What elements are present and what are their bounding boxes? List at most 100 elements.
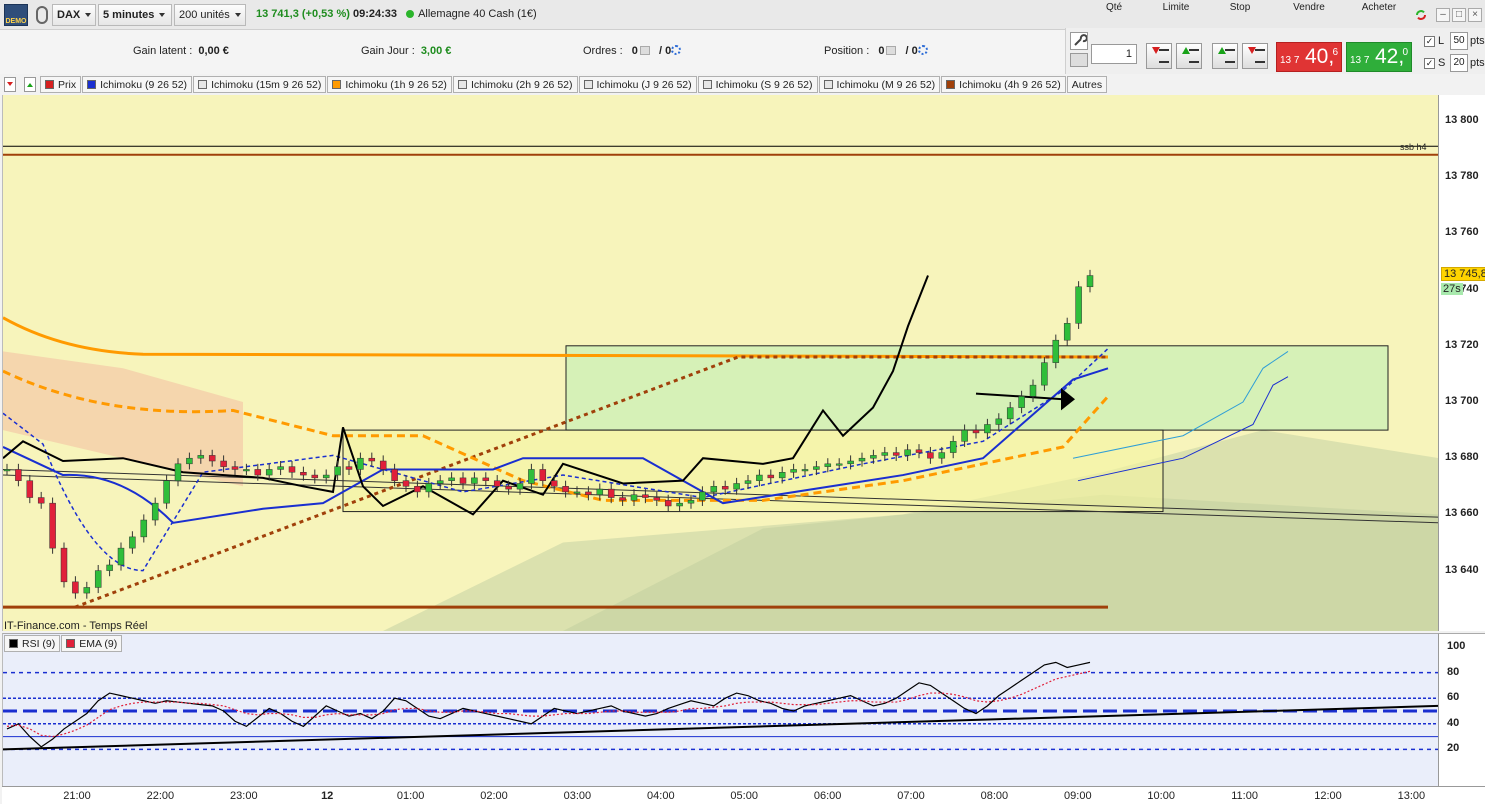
legend-item[interactable]: Ichimoku (1h 9 26 52)	[327, 76, 452, 93]
color-swatch-icon	[45, 80, 54, 89]
gain-jour-value: 3,00 €	[420, 45, 452, 57]
candle-body	[94, 570, 102, 588]
legend-label: Ichimoku (S 9 26 52)	[715, 78, 813, 91]
wrench-icon[interactable]	[1070, 32, 1088, 50]
candle-body	[733, 483, 740, 490]
legend-label: Ichimoku (4h 9 26 52)	[959, 78, 1061, 91]
price-tick-label: 13 660	[1445, 507, 1479, 520]
rsi-legend: RSI (9) EMA (9)	[4, 635, 123, 652]
collapse-icon[interactable]	[4, 77, 16, 92]
candle-body	[995, 418, 1003, 425]
orders-total-value: / 0	[658, 45, 672, 57]
gear-icon[interactable]	[671, 45, 682, 55]
legend-item[interactable]: Ichimoku (4h 9 26 52)	[941, 76, 1066, 93]
price-tick-label: 13 640	[1445, 563, 1479, 576]
candle-body	[231, 466, 239, 470]
indicator-legend: Prix Ichimoku (9 26 52) Ichimoku (15m 9 26…	[40, 76, 1108, 93]
buy-price-decimal: 0	[1402, 47, 1408, 58]
legend-label: Ichimoku (1h 9 26 52)	[345, 78, 447, 91]
candle-body	[642, 494, 649, 498]
candle-body	[322, 474, 330, 479]
candle-body	[1018, 396, 1025, 408]
rsi-axis[interactable]: 100 80 60 40 20	[1438, 633, 1485, 786]
color-swatch-icon	[87, 80, 97, 89]
legend-item[interactable]: Ichimoku (M 9 26 52)	[818, 76, 941, 93]
color-swatch-icon	[823, 80, 833, 89]
position-info[interactable]: Position : 0 / 0	[824, 45, 928, 57]
timeframe-selector[interactable]: 5 minutes	[98, 4, 172, 26]
close-button[interactable]: ×	[1468, 8, 1482, 22]
refresh-icon[interactable]	[1414, 8, 1428, 22]
quantity-input[interactable]: 1	[1091, 44, 1137, 64]
candle-body	[813, 466, 820, 470]
rsi-tick-label: 100	[1447, 640, 1466, 652]
rsi-chart[interactable]	[2, 633, 1438, 786]
units-selector[interactable]: 200 unités	[174, 4, 246, 26]
candle-body	[505, 486, 512, 490]
candle-body	[414, 486, 421, 493]
limit-label: Limite	[1162, 2, 1190, 13]
legend-item[interactable]: Ichimoku (2h 9 26 52)	[452, 76, 578, 93]
candle-body	[140, 519, 148, 538]
orders-info[interactable]: Ordres : 0 / 0	[583, 45, 682, 57]
gain-latent-label: Gain latent :	[133, 45, 193, 57]
candle-body	[528, 469, 535, 484]
candle-body	[710, 486, 718, 493]
buy-price-prefix: 13 7	[1350, 55, 1370, 66]
price-change: (+0,53 %)	[301, 8, 350, 20]
time-tick-label: 07:00	[897, 790, 925, 802]
candle-body	[847, 460, 854, 465]
legend-item[interactable]: Autres	[1066, 76, 1108, 93]
rsi-legend-item[interactable]: RSI (9)	[4, 635, 61, 652]
sell-price-prefix: 13 7	[1280, 55, 1300, 66]
candle-body	[220, 460, 227, 467]
candle-body	[288, 466, 296, 473]
buy-limit-button[interactable]	[1146, 43, 1172, 69]
time-axis[interactable]: 21:00 22:00 23:00 12 01:00 02:00 03:00 04:00 05:…	[2, 786, 1485, 804]
price-tick-label: 13 800	[1445, 114, 1479, 126]
candle-body	[630, 494, 638, 501]
time-tick-label: 08:00	[980, 790, 1009, 802]
rsi-tick-label: 80	[1447, 665, 1460, 678]
candle-body	[562, 486, 569, 493]
sell-button[interactable]: 13 7 40, 6	[1276, 42, 1342, 72]
keypad-icon[interactable]	[1070, 53, 1088, 67]
price-chart[interactable]	[2, 95, 1438, 631]
legend-item[interactable]: Ichimoku (J 9 26 52)	[578, 76, 697, 93]
candle-body	[368, 457, 376, 462]
close-position-icon[interactable]	[886, 46, 897, 55]
demo-label: DEMO	[5, 18, 27, 25]
time-tick-label: 10:00	[1147, 790, 1175, 802]
legend-label: Ichimoku (9 26 52)	[100, 78, 188, 91]
legend-item[interactable]: Prix	[40, 76, 82, 93]
candle-body	[83, 587, 91, 594]
paperclip-icon[interactable]	[36, 6, 48, 24]
minimize-button[interactable]: –	[1436, 8, 1450, 22]
candle-body	[493, 480, 501, 487]
limit-checkbox[interactable]: ✓	[1424, 36, 1435, 47]
gain-jour: Gain Jour : 3,00 €	[361, 45, 451, 57]
gear-icon[interactable]	[917, 45, 928, 55]
candle-body	[254, 469, 262, 476]
buy-stop-button[interactable]	[1212, 43, 1238, 69]
legend-item[interactable]: Ichimoku (15m 9 26 52)	[193, 76, 327, 93]
cancel-orders-icon[interactable]	[639, 46, 650, 55]
time-tick-label: 23:00	[230, 790, 258, 802]
legend-label: Ichimoku (15m 9 26 52)	[211, 78, 322, 91]
market-name: Allemagne 40 Cash (1€)	[418, 8, 537, 20]
sell-limit-button[interactable]	[1176, 43, 1202, 69]
buy-button[interactable]: 13 7 42, 0	[1346, 42, 1412, 72]
limit-points-input[interactable]: 50	[1450, 32, 1468, 50]
stop-points-unit: pts	[1470, 57, 1485, 69]
legend-item[interactable]: Ichimoku (9 26 52)	[82, 76, 193, 93]
rsi-legend-item[interactable]: EMA (9)	[61, 635, 123, 652]
stop-points-input[interactable]: 20	[1450, 54, 1468, 72]
stop-checkbox[interactable]: ✓	[1424, 58, 1435, 69]
legend-item[interactable]: Ichimoku (S 9 26 52)	[697, 76, 818, 93]
price-axis[interactable]: 13 80013 78013 76013 74013 72013 70013 6…	[1438, 95, 1485, 631]
sell-stop-button[interactable]	[1242, 43, 1268, 69]
color-swatch-icon	[198, 80, 208, 89]
maximize-button[interactable]: □	[1452, 8, 1466, 22]
instrument-selector[interactable]: DAX	[52, 4, 96, 26]
expand-icon[interactable]	[24, 77, 36, 92]
